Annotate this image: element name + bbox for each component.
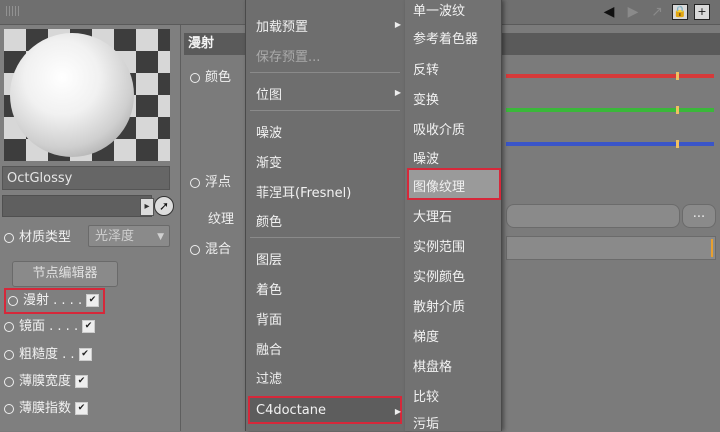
- submenu-item-image-texture[interactable]: 图像纹理: [413, 176, 465, 195]
- checkbox-icon[interactable]: ✔: [75, 375, 89, 388]
- submenu-item[interactable]: 比较: [413, 386, 439, 405]
- channel-film-width[interactable]: 薄膜宽度 ✔: [4, 371, 89, 393]
- float-param[interactable]: 浮点: [190, 171, 231, 190]
- menu-item-load-preset[interactable]: 加载预置: [256, 16, 308, 35]
- channel-label: 薄膜宽度: [19, 374, 72, 389]
- menu-item-c4doctane[interactable]: C4doctane: [256, 403, 326, 418]
- menu-item-colorize[interactable]: 着色: [256, 279, 282, 298]
- red-slider[interactable]: [506, 72, 714, 80]
- up-arrow-icon[interactable]: ↗: [648, 3, 666, 21]
- color-param[interactable]: 颜色: [190, 66, 231, 85]
- radio-icon[interactable]: [4, 376, 14, 387]
- texture-label: 纹理: [208, 212, 235, 227]
- dropdown-arrow-icon[interactable]: ▸: [140, 198, 154, 216]
- channel-specular[interactable]: 镜面 . . . . ✔: [4, 316, 96, 338]
- channel-roughness[interactable]: 粗糙度 . . ✔: [4, 344, 92, 366]
- submenu-item[interactable]: 噪波: [413, 148, 439, 167]
- back-arrow-icon[interactable]: ◀: [600, 3, 618, 21]
- submenu-arrow-icon: ▶: [394, 20, 401, 29]
- menu-item-fusion[interactable]: 融合: [256, 339, 282, 358]
- submenu-arrow-icon: ▶: [394, 407, 401, 416]
- channel-film-index[interactable]: 薄膜指数 ✔: [4, 398, 89, 420]
- menu-item-backside[interactable]: 背面: [256, 309, 282, 328]
- material-drop-field[interactable]: [2, 195, 152, 217]
- menu-separator: [250, 110, 400, 111]
- pick-arrow-icon[interactable]: ➚: [154, 196, 174, 216]
- checkbox-icon[interactable]: ✔: [86, 294, 100, 307]
- submenu-arrow-icon: ▶: [394, 88, 401, 97]
- channel-label: 薄膜指数: [19, 401, 72, 416]
- submenu-item[interactable]: 散射介质: [413, 296, 465, 315]
- radio-icon[interactable]: [190, 244, 200, 255]
- channel-label: 粗糙度: [19, 347, 59, 362]
- submenu-item[interactable]: 单一波纹: [413, 0, 465, 19]
- radio-icon[interactable]: [8, 295, 18, 306]
- material-type-label: 材质类型: [19, 230, 72, 245]
- green-slider[interactable]: [506, 106, 714, 114]
- material-type-select[interactable]: 光泽度 ▼: [88, 225, 170, 247]
- submenu-item[interactable]: 大理石: [413, 206, 452, 225]
- forward-arrow-icon[interactable]: ▶: [624, 3, 642, 21]
- mix-param[interactable]: 混合: [190, 238, 231, 257]
- submenu-item[interactable]: 参考着色器: [413, 28, 478, 47]
- submenu-item[interactable]: 污垢: [413, 413, 439, 432]
- checkbox-icon[interactable]: ✔: [75, 402, 89, 415]
- menu-separator: [250, 237, 400, 238]
- node-editor-button[interactable]: 节点编辑器: [12, 261, 118, 287]
- material-type-row: 材质类型: [4, 227, 71, 249]
- menu-item-gradient[interactable]: 渐变: [256, 152, 282, 171]
- preview-sphere: [10, 33, 134, 157]
- texture-field[interactable]: [506, 204, 680, 228]
- channel-label: 镜面: [19, 319, 46, 334]
- material-type-value: 光泽度: [95, 229, 135, 244]
- menu-separator: [250, 72, 400, 73]
- material-preview: [4, 29, 170, 161]
- checkbox-icon[interactable]: ✔: [82, 320, 96, 333]
- checkbox-icon[interactable]: ✔: [78, 348, 92, 361]
- menu-item-filter[interactable]: 过滤: [256, 368, 282, 387]
- c4doctane-submenu: 单一波纹 参考着色器 反转 变换 吸收介质 噪波 图像纹理 大理石 实例范围 实…: [405, 0, 502, 432]
- submenu-item[interactable]: 反转: [413, 59, 439, 78]
- menu-item-bitmap[interactable]: 位图: [256, 84, 282, 103]
- radio-icon[interactable]: [4, 321, 14, 332]
- texture-browse-button[interactable]: ...: [682, 204, 716, 228]
- toolbar-icons: ◀ ▶ ↗ 🔒 +: [600, 3, 710, 21]
- material-panel: OctGlossy ▸ ➚ 材质类型 光泽度 ▼ 节点编辑器 漫射 . . . …: [0, 25, 181, 431]
- new-window-icon[interactable]: +: [694, 4, 710, 20]
- menu-item-color[interactable]: 颜色: [256, 211, 282, 230]
- menu-item-save-preset: 保存预置...: [256, 50, 321, 65]
- channel-diffuse[interactable]: 漫射 . . . . ✔: [4, 288, 106, 314]
- radio-icon[interactable]: [190, 72, 200, 83]
- submenu-item[interactable]: 变换: [413, 89, 439, 108]
- radio-icon[interactable]: [4, 403, 14, 414]
- blue-slider[interactable]: [506, 140, 714, 148]
- grip-icon[interactable]: [6, 6, 20, 16]
- menu-item-layer[interactable]: 图层: [256, 249, 282, 268]
- submenu-item[interactable]: 吸收介质: [413, 119, 465, 138]
- lock-icon[interactable]: 🔒: [672, 4, 688, 20]
- mix-field[interactable]: [506, 236, 716, 260]
- submenu-item[interactable]: 实例颜色: [413, 266, 465, 285]
- submenu-item[interactable]: 实例范围: [413, 236, 465, 255]
- submenu-item[interactable]: 棋盘格: [413, 356, 452, 375]
- chevron-down-icon: ▼: [157, 232, 164, 242]
- menu-item-noise[interactable]: 噪波: [256, 122, 282, 141]
- menu-item-fresnel[interactable]: 菲涅耳(Fresnel): [256, 182, 351, 201]
- radio-icon[interactable]: [4, 349, 14, 360]
- context-menu: 加载预置 ▶ 保存预置... 位图 ▶ 噪波 渐变 菲涅耳(Fresnel) 颜…: [245, 0, 407, 431]
- submenu-item[interactable]: 梯度: [413, 326, 439, 345]
- radio-icon[interactable]: [190, 177, 200, 188]
- material-name-field[interactable]: OctGlossy: [2, 166, 170, 190]
- radio-icon[interactable]: [4, 232, 14, 243]
- channel-label: 漫射: [23, 293, 50, 308]
